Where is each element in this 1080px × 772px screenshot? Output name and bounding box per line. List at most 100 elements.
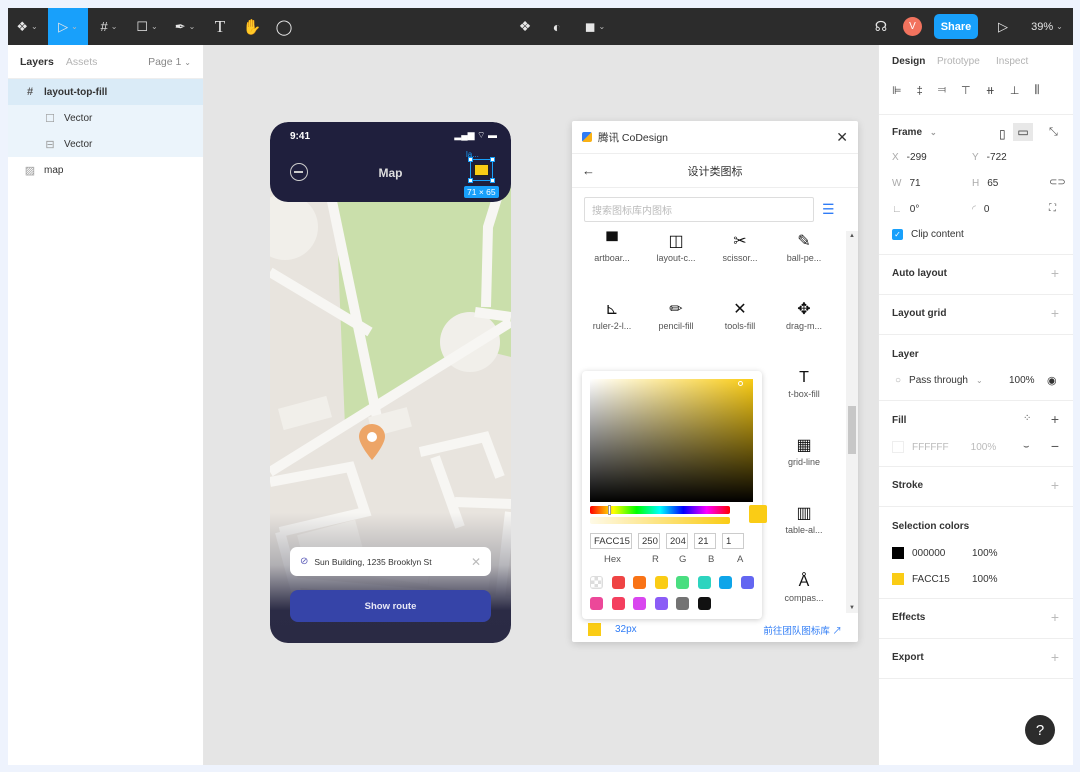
- tab-layers[interactable]: Layers: [20, 56, 54, 68]
- clip-content-checkbox[interactable]: ✓ Clip content: [892, 229, 964, 240]
- scrollbar[interactable]: ▲ ▼: [846, 231, 858, 613]
- tab-inspect[interactable]: Inspect: [996, 56, 1028, 67]
- icon-cell[interactable]: ✎ ball-pe...: [772, 231, 836, 263]
- r-input[interactable]: 250: [638, 533, 660, 549]
- alpha-slider[interactable]: [590, 517, 730, 524]
- hand-tool[interactable]: ✋: [240, 8, 264, 45]
- icon-cell[interactable]: Tt-box-fill: [772, 367, 836, 399]
- preset-swatch[interactable]: [633, 576, 646, 589]
- shape-tool[interactable]: ☐ ⌄: [130, 8, 164, 45]
- align-right-icon[interactable]: ⫤: [938, 84, 946, 97]
- add-auto-layout-icon[interactable]: +: [1051, 265, 1059, 281]
- frame-dropdown[interactable]: Frame ⌄: [892, 127, 937, 138]
- preset-swatch[interactable]: [590, 576, 603, 589]
- avatar[interactable]: V: [903, 17, 922, 36]
- preset-swatch[interactable]: [590, 597, 603, 610]
- preset-swatch[interactable]: [697, 597, 711, 610]
- preset-swatch[interactable]: [719, 576, 732, 589]
- color-swatch[interactable]: [588, 623, 601, 636]
- icon-cell[interactable]: ✂ scissor...: [708, 231, 772, 263]
- phone-frame[interactable]: 9:41 ▂▄▆ ⌔ ▬ Map la... 71 × 65 ⊘ Sun Bui…: [270, 122, 511, 643]
- x-field[interactable]: X -299: [892, 152, 927, 163]
- help-button[interactable]: ?: [1025, 715, 1055, 745]
- h-field[interactable]: H 65: [972, 178, 998, 189]
- hue-slider[interactable]: [590, 505, 730, 515]
- icon-cell[interactable]: ✥ drag-m...: [772, 299, 836, 331]
- layer-item[interactable]: ▨ map: [8, 157, 203, 183]
- independent-corners-icon[interactable]: ⛶: [1049, 203, 1056, 214]
- share-button[interactable]: Share: [934, 14, 978, 39]
- layer-item[interactable]: ☐ Vector: [8, 105, 203, 131]
- boolean-button[interactable]: ◼ ⌄: [578, 8, 612, 45]
- tab-prototype[interactable]: Prototype: [937, 56, 980, 67]
- address-field[interactable]: ⊘ Sun Building, 1235 Brooklyn St ✕: [290, 547, 491, 576]
- canvas[interactable]: 9:41 ▂▄▆ ⌔ ▬ Map la... 71 × 65 ⊘ Sun Bui…: [204, 45, 878, 765]
- preset-swatch[interactable]: [654, 576, 668, 589]
- layer-item[interactable]: ⊟ Vector: [8, 131, 203, 157]
- a-input[interactable]: 1: [722, 533, 744, 549]
- fill-row[interactable]: FFFFFF 100%: [892, 441, 996, 453]
- y-field[interactable]: Y -722: [972, 152, 1007, 163]
- page-selector[interactable]: Page 1 ⌄: [148, 56, 191, 68]
- constrain-proportions-icon[interactable]: ⊂⊃: [1049, 177, 1066, 188]
- selected-layer[interactable]: [468, 157, 495, 183]
- icon-cell[interactable]: ▦ grid-line: [772, 435, 836, 467]
- pen-tool[interactable]: ✒ ⌄: [168, 8, 202, 45]
- component-button[interactable]: ❖: [514, 8, 536, 45]
- resize-to-fit-icon[interactable]: ⤡: [1049, 126, 1058, 139]
- back-arrow-icon[interactable]: ←: [582, 163, 595, 178]
- radius-field[interactable]: ◜ 0: [972, 204, 989, 215]
- icon-cell[interactable]: ▥ table-al...: [772, 503, 836, 535]
- text-tool[interactable]: T: [208, 8, 232, 45]
- preset-swatch[interactable]: [654, 597, 668, 610]
- color-swatch[interactable]: [892, 547, 904, 559]
- close-icon[interactable]: ✕: [836, 129, 848, 146]
- show-route-button[interactable]: Show route: [290, 590, 491, 622]
- move-tool[interactable]: ▷ ⌄: [48, 8, 88, 45]
- preset-swatch[interactable]: [611, 597, 625, 610]
- fill-swatch[interactable]: [892, 441, 904, 453]
- preset-swatch[interactable]: [697, 576, 711, 589]
- size-dropdown[interactable]: 32px: [615, 624, 637, 635]
- g-input[interactable]: 204: [666, 533, 688, 549]
- selection-color-row[interactable]: FACC15 100%: [892, 573, 998, 585]
- icon-cell[interactable]: ✕ tools-fill: [708, 299, 772, 331]
- icon-cell[interactable]: ✏ pencil-fill: [644, 299, 708, 331]
- icon-cell[interactable]: ▀ artboar...: [580, 231, 644, 263]
- preset-swatch[interactable]: [740, 576, 754, 589]
- list-view-icon[interactable]: ☰: [822, 201, 835, 218]
- preset-swatch[interactable]: [611, 576, 625, 589]
- frame-tool[interactable]: # ⌄: [92, 8, 126, 45]
- blend-mode-dropdown[interactable]: ○ Pass through ⌄: [895, 375, 983, 386]
- align-h-center-icon[interactable]: ‡: [917, 85, 923, 97]
- portrait-icon[interactable]: ▯: [999, 127, 1006, 141]
- selection-color-row[interactable]: 000000 100%: [892, 547, 998, 559]
- icon-search-input[interactable]: 搜索图标库内图标: [584, 197, 814, 222]
- align-left-icon[interactable]: ⊫: [892, 84, 902, 97]
- preset-swatch[interactable]: [676, 597, 689, 610]
- w-field[interactable]: W 71: [892, 178, 921, 189]
- distribute-icon[interactable]: ⫼: [1034, 84, 1039, 97]
- main-menu-button[interactable]: ❖ ⌄: [8, 8, 46, 45]
- preset-swatch[interactable]: [633, 597, 646, 610]
- layer-item[interactable]: # layout-top-fill: [8, 79, 203, 105]
- preset-swatch[interactable]: [676, 576, 689, 589]
- add-export-icon[interactable]: +: [1051, 649, 1059, 665]
- add-layout-grid-icon[interactable]: +: [1051, 305, 1059, 321]
- audio-button[interactable]: ☊: [870, 8, 892, 45]
- hex-input[interactable]: FACC15: [590, 533, 632, 549]
- layer-opacity[interactable]: 100%: [1009, 375, 1035, 386]
- style-grid-icon[interactable]: ⁘: [1023, 413, 1031, 424]
- icon-cell[interactable]: ◫ layout-c...: [644, 231, 708, 263]
- align-bottom-icon[interactable]: ⊥: [1010, 84, 1020, 97]
- clear-icon[interactable]: ✕: [471, 555, 481, 569]
- mask-button[interactable]: ◐: [546, 8, 568, 45]
- comment-tool[interactable]: ◯: [272, 8, 296, 45]
- icon-cell[interactable]: ⊾ ruler-2-l...: [580, 299, 644, 331]
- add-fill-icon[interactable]: +: [1051, 411, 1059, 427]
- align-top-icon[interactable]: ⊤: [961, 84, 971, 97]
- rotation-field[interactable]: ∟ 0°: [892, 204, 919, 215]
- present-button[interactable]: ▷: [993, 8, 1013, 45]
- location-pin-icon[interactable]: [359, 424, 385, 460]
- align-v-center-icon[interactable]: ⧺: [986, 84, 995, 97]
